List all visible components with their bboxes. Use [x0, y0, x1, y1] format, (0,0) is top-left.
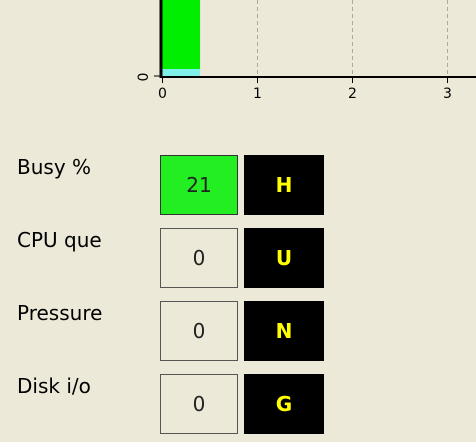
chart-x-tick-label-1: 1 [253, 86, 262, 102]
meter-disk-io-code: G [244, 374, 324, 434]
meter-cpu-queue-value: 0 [160, 228, 238, 288]
meter-pressure-value: 0 [160, 301, 238, 361]
meter-pressure-code: N [244, 301, 324, 361]
meter-busy-label: Busy % [17, 155, 92, 179]
meter-disk-io-label: Disk i/o [17, 374, 91, 398]
meter-pressure-label: Pressure [17, 301, 103, 325]
meter-pressure-row: Pressure 0 N [0, 301, 476, 361]
meter-busy-value: 21 [160, 155, 238, 215]
chart-bar-0 [162, 0, 201, 69]
chart-x-tick-label-3: 3 [443, 86, 452, 102]
meter-busy-row: Busy % 21 H [0, 155, 476, 215]
meter-cpu-queue-row: CPU que 0 U [0, 228, 476, 288]
meter-disk-io-row: Disk i/o 0 G [0, 374, 476, 434]
chart-x-tick-label-0: 0 [158, 86, 167, 102]
meter-cpu-queue-code: U [244, 228, 324, 288]
meter-disk-io-value: 0 [160, 374, 238, 434]
meter-busy-code: H [244, 155, 324, 215]
chart-y-tick-label-0: 0 [136, 73, 152, 82]
chart-bar-base-0 [162, 69, 201, 76]
activity-chart: 0 1 2 3 0 [136, 0, 476, 102]
meter-cpu-queue-label: CPU que [17, 228, 102, 252]
chart-x-tick-label-2: 2 [348, 86, 357, 102]
